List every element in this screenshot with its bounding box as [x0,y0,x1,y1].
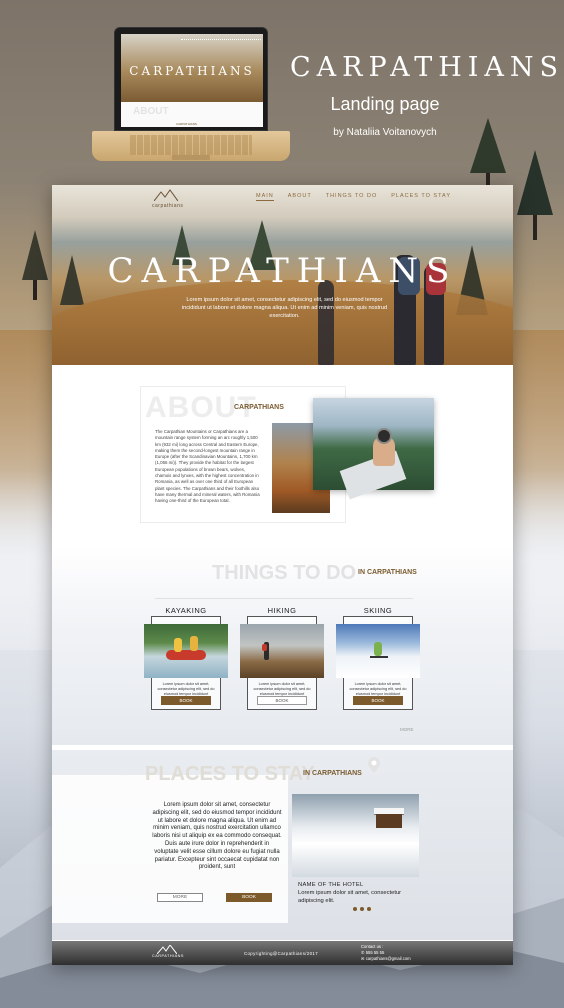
book-button-kayaking[interactable]: BOOK [161,696,211,705]
card-text: Lorem ipsum dolor sit amet, consectetur … [253,682,311,696]
showcase-author: by Nataliia Voitanovych [333,127,437,138]
nav-about[interactable]: ABOUT [288,193,312,201]
skier [374,642,382,656]
about-label: CARPATHIANS [234,404,284,411]
card-text: Lorem ipsum dolor sit amet, consectetur … [157,682,215,696]
backpack [262,644,267,651]
activity-card-skiing: SKIING Lorem ipsum dolor sit amet, conse… [336,606,420,710]
footer-logo[interactable]: CARPATHIANS [152,944,184,960]
hotel-text: Lorem ipsum dolor sit amet, consectetur … [298,890,402,904]
laptop-screen-label: CARPATHIANS [176,122,197,126]
hero-text: Lorem ipsum dolor sit amet, consectetur … [181,297,388,319]
site-logo[interactable]: carpathians [152,189,184,213]
card-image-skiing [336,624,420,678]
hero-section: carpathians MAIN ABOUT THINGS TO DO PLAC… [52,185,513,365]
mountain-logo-icon [154,189,178,201]
places-more-button[interactable]: MORE [157,893,203,902]
footer: CARPATHIANS Copyrighting@Carpathians/201… [52,941,513,965]
book-button-hiking[interactable]: BOOK [257,696,307,705]
card-title: SKIING [363,606,393,615]
pine-tree-icon [22,230,48,300]
laptop-screen-about: ABOUT [133,106,169,117]
showcase-subtitle: Landing page [330,94,440,114]
carousel-dot[interactable] [353,907,357,911]
activity-card-kayaking: KAYAKING Lorem ipsum dolor sit amet, con… [144,606,228,710]
mountain-logo-icon [157,945,177,954]
things-more-link[interactable]: MORE [400,727,414,732]
things-label: IN CARPATHIANS [358,569,417,576]
phone-text: 555 55 55 [365,949,385,955]
laptop-lid: CARPATHIANS ABOUT CARPATHIANS [114,27,268,131]
card-image-hiking [240,624,324,678]
footer-copyright: Copyrighting@Carpathians/2017 [244,951,319,956]
hotel-cabin [376,814,402,828]
location-pin-icon [368,757,380,773]
hero-title: CARPATHIANS [107,251,458,291]
footer-logo-text: CARPATHIANS [152,954,184,958]
card-image-kayaking [144,624,228,678]
things-heading: THINGS TO DO [212,562,357,584]
carousel-dot[interactable] [367,907,371,911]
card-title: KAYAKING [165,606,207,615]
logo-text: carpathians [152,203,184,209]
showcase-title: CARPATHIANS [290,52,564,83]
carousel-dots [353,907,371,911]
nav-places-to-stay[interactable]: PLACES TO STAY [391,193,451,201]
carousel-dot[interactable] [360,907,364,911]
ski [370,656,388,658]
places-book-button[interactable]: BOOK [226,893,272,902]
footer-contact: Contact us : ✆ 555 55 55 ✉ carpathians@g… [361,944,411,961]
places-heading: PLACES TO STAY [145,763,315,785]
contact-email[interactable]: ✉ carpathians@gmail.com [361,956,411,962]
laptop-mockup: CARPATHIANS ABOUT CARPATHIANS [92,27,290,165]
pine-tree-icon [517,150,553,240]
hotel-name: NAME OF THE HOTEL [298,882,364,888]
laptop-screen-nav [181,39,261,42]
paddler [190,636,198,651]
laptop-keyboard [130,135,252,155]
activity-card-hiking: HIKING Lorem ipsum dolor sit amet, conse… [240,606,324,710]
hotel-image [292,794,419,877]
laptop-screen: CARPATHIANS ABOUT CARPATHIANS [121,34,263,127]
places-text: Lorem ipsum dolor sit amet, consectetur … [152,802,282,871]
kayak [166,650,206,660]
divider [155,598,413,599]
email-text: carpathians@gmail.com [365,955,411,961]
landing-page-mockup: carpathians MAIN ABOUT THINGS TO DO PLAC… [52,185,513,965]
compass-icon [376,428,392,444]
nav-things-to-do[interactable]: THINGS TO DO [326,193,378,201]
hiker-figure [318,280,334,365]
laptop-screen-title: CARPATHIANS [129,64,255,78]
paddler [174,638,182,652]
card-text: Lorem ipsum dolor sit amet, consectetur … [349,682,407,696]
nav-main[interactable]: MAIN [256,193,274,201]
laptop-trackpad [172,155,210,160]
about-text: The Carpathian Mountains or Carpathians … [155,429,260,504]
book-button-skiing[interactable]: BOOK [353,696,403,705]
places-label: IN CARPATHIANS [303,770,362,777]
about-image-compass [313,398,434,500]
card-title: HIKING [267,606,297,615]
main-nav: MAIN ABOUT THINGS TO DO PLACES TO STAY [256,193,465,201]
